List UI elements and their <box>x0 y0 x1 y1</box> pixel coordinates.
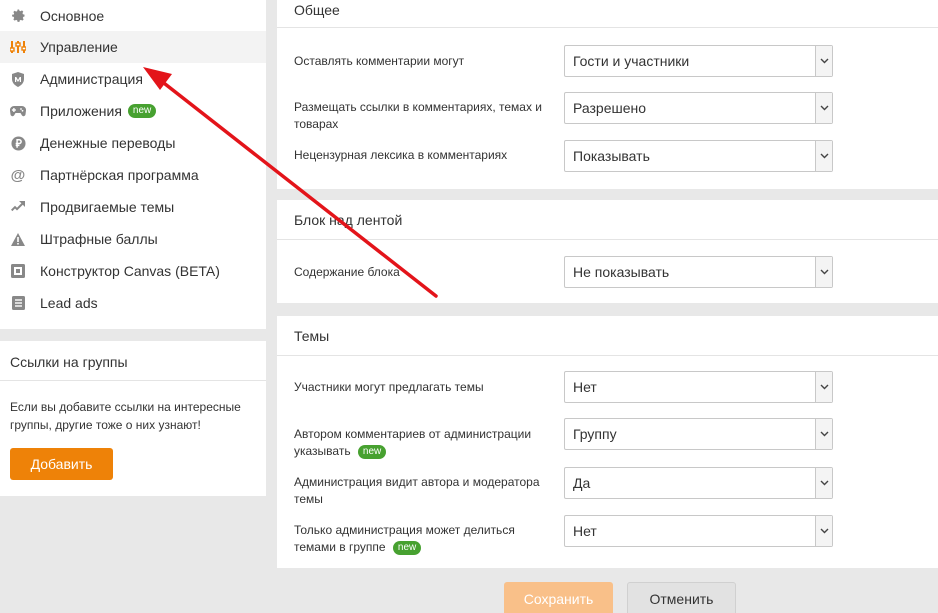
settings-menu: Основное Управление Администрация Прилож… <box>0 0 266 329</box>
sidebar-item-penalty-points[interactable]: Штрафные баллы <box>0 223 266 255</box>
general-section-title: Общее <box>277 0 938 28</box>
sidebar-item-administration[interactable]: Администрация <box>0 63 266 95</box>
setting-label: Размещать ссылки в комментариях, темах и… <box>294 100 542 131</box>
setting-label: Администрация видит автора и модератора … <box>294 475 540 506</box>
sliders-icon <box>10 39 26 55</box>
warning-icon <box>10 231 26 247</box>
sidebar-item-promoted-topics[interactable]: Продвигаемые темы <box>0 191 266 223</box>
list-icon <box>10 295 26 311</box>
sidebar-item-label: Денежные переводы <box>40 135 176 151</box>
sidebar-item-management[interactable]: Управление <box>0 31 266 63</box>
chevron-down-icon <box>815 468 832 498</box>
sidebar-item-money-transfers[interactable]: Денежные переводы <box>0 127 266 159</box>
admin-comment-author-select[interactable]: Группу <box>564 418 833 450</box>
sidebar-item-label: Администрация <box>40 71 143 87</box>
chevron-down-icon <box>815 141 832 171</box>
sidebar-item-label: Продвигаемые темы <box>40 199 175 215</box>
group-links-text: Если вы добавите ссылки на интересные гр… <box>10 400 241 432</box>
sidebar-item-main[interactable]: Основное <box>0 0 266 31</box>
setting-label: Автором комментариев от администрации ук… <box>294 426 556 460</box>
select-value: Гости и участники <box>573 53 690 69</box>
left-column: Основное Управление Администрация Прилож… <box>0 0 266 496</box>
at-icon: @ <box>10 166 26 184</box>
chevron-down-icon <box>815 516 832 546</box>
sidebar-item-label: Штрафные баллы <box>40 231 158 247</box>
new-badge: new <box>357 444 387 459</box>
profanity-select[interactable]: Показывать <box>564 140 833 172</box>
select-value: Нет <box>573 379 597 395</box>
chevron-down-icon <box>815 93 832 123</box>
sidebar-item-label: Основное <box>40 7 105 24</box>
gear-icon <box>10 8 26 24</box>
setting-label: Оставлять комментарии могут <box>294 54 465 68</box>
cancel-button[interactable]: Отменить <box>627 582 736 613</box>
members-suggest-topics-select[interactable]: Нет <box>564 371 833 403</box>
feed-block-section: Блок над лентой Содержание блока Не пока… <box>277 200 938 303</box>
select-value: Нет <box>573 523 597 539</box>
setting-label: Участники могут предлагать темы <box>294 380 484 394</box>
ruble-icon <box>10 135 26 151</box>
trend-arrow-icon <box>10 199 26 215</box>
sidebar-item-canvas-builder[interactable]: Конструктор Canvas (BETA) <box>0 255 266 287</box>
setting-label: Только администрация может делиться тема… <box>294 522 556 556</box>
group-settings-page: Основное Управление Администрация Прилож… <box>0 0 938 613</box>
themes-section: Темы Участники могут предлагать темы Нет… <box>277 316 938 568</box>
setting-label: Содержание блока <box>294 265 400 279</box>
select-value: Да <box>573 475 591 491</box>
block-content-select[interactable]: Не показывать <box>564 256 833 288</box>
shield-icon <box>10 71 26 87</box>
admin-sees-author-select[interactable]: Да <box>564 467 833 499</box>
sidebar-item-lead-ads[interactable]: Lead ads <box>0 287 266 319</box>
themes-section-title: Темы <box>277 316 938 356</box>
sidebar-item-partner-program[interactable]: @ Партнёрская программа <box>0 159 266 191</box>
group-links-card: Ссылки на группы Если вы добавите ссылки… <box>0 341 266 496</box>
new-badge: new <box>127 104 157 118</box>
new-badge: new <box>392 540 422 555</box>
sidebar-item-label: Lead ads <box>40 295 98 311</box>
sidebar-item-label: Приложения <box>40 103 122 119</box>
sidebar-item-apps[interactable]: Приложения new <box>0 95 266 127</box>
select-value: Группу <box>573 426 617 442</box>
links-permission-select[interactable]: Разрешено <box>564 92 833 124</box>
select-value: Показывать <box>573 148 650 164</box>
setting-label-text: Автором комментариев от администрации ук… <box>294 427 532 458</box>
select-value: Разрешено <box>573 100 647 116</box>
chevron-down-icon <box>815 46 832 76</box>
chevron-down-icon <box>815 257 832 287</box>
chevron-down-icon <box>815 419 832 449</box>
sidebar-item-label: Конструктор Canvas (BETA) <box>40 263 220 279</box>
feed-block-section-title: Блок над лентой <box>277 200 938 240</box>
gamepad-icon <box>10 103 26 119</box>
general-section: Общее Оставлять комментарии могут Гости … <box>277 0 938 189</box>
form-actions: Сохранить Отменить <box>277 582 938 613</box>
group-links-title: Ссылки на группы <box>0 341 266 381</box>
sidebar-item-label: Управление <box>40 39 118 55</box>
admin-only-share-select[interactable]: Нет <box>564 515 833 547</box>
select-value: Не показывать <box>573 264 670 280</box>
add-group-link-button[interactable]: Добавить <box>10 448 113 480</box>
chevron-down-icon <box>815 372 832 402</box>
sidebar-item-label: Партнёрская программа <box>40 167 199 183</box>
setting-label: Нецензурная лексика в комментариях <box>294 148 508 162</box>
save-button[interactable]: Сохранить <box>504 582 613 613</box>
canvas-icon <box>10 263 26 279</box>
comments-permission-select[interactable]: Гости и участники <box>564 45 833 77</box>
